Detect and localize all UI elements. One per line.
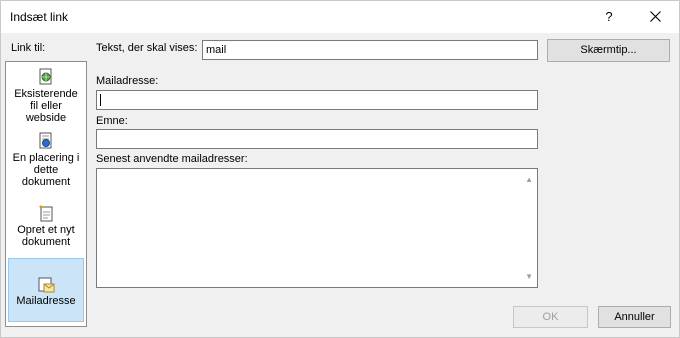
link-to-sidebar: Eksisterende fil eller webside En placer…: [5, 61, 87, 327]
link-to-heading: Link til:: [11, 42, 46, 54]
sidebar-item-existing-file-or-web-page[interactable]: Eksisterende fil eller webside: [8, 66, 84, 126]
sidebar-item-label: En placering i: [12, 152, 80, 164]
create-new-document-icon: [38, 204, 53, 222]
title-bar: Indsæt link ?: [1, 1, 679, 33]
sidebar-item-create-new-document[interactable]: Opret et nyt dokument: [8, 202, 84, 250]
text-caret: [100, 94, 101, 106]
scroll-down-icon[interactable]: ▼: [525, 272, 533, 281]
subject-label: Emne:: [96, 115, 128, 127]
cancel-button[interactable]: Annuller: [598, 306, 671, 328]
sidebar-item-email-address[interactable]: Mailadresse: [8, 258, 84, 322]
ok-button[interactable]: OK: [513, 306, 588, 328]
help-button[interactable]: ?: [595, 5, 623, 29]
sidebar-item-label: dette: [33, 164, 59, 176]
recent-email-addresses-list[interactable]: ▲ ▼: [96, 168, 538, 288]
sidebar-item-label: Mailadresse: [16, 295, 76, 307]
sidebar-item-label: Eksisterende: [14, 88, 78, 100]
screentip-button[interactable]: Skærmtip...: [547, 39, 670, 62]
sidebar-item-place-in-document[interactable]: En placering i dette dokument: [8, 130, 84, 190]
close-icon: [649, 11, 661, 22]
sidebar-item-label: Opret et nyt: [17, 224, 75, 236]
text-to-display-input[interactable]: mail: [202, 40, 538, 60]
place-in-document-icon: [39, 132, 52, 149]
sidebar-item-label: fil eller: [30, 100, 62, 112]
sidebar-item-label: webside: [25, 112, 67, 124]
subject-input[interactable]: [96, 129, 538, 149]
email-address-input[interactable]: [96, 90, 538, 110]
email-address-icon: [38, 277, 55, 293]
email-address-label: Mailadresse:: [96, 75, 159, 87]
sidebar-item-label: dokument: [21, 236, 71, 248]
text-to-display-label: Tekst, der skal vises:: [96, 42, 198, 54]
scroll-up-icon[interactable]: ▲: [525, 175, 533, 184]
dialog-title: Indsæt link: [10, 10, 69, 24]
recent-email-addresses-label: Senest anvendte mailadresser:: [96, 153, 248, 165]
sidebar-item-label: dokument: [21, 176, 71, 188]
existing-file-web-page-icon: [39, 68, 52, 85]
close-button[interactable]: [635, 5, 675, 29]
insert-hyperlink-dialog: Indsæt link ? Link til: Eksisterende fil…: [0, 0, 680, 338]
